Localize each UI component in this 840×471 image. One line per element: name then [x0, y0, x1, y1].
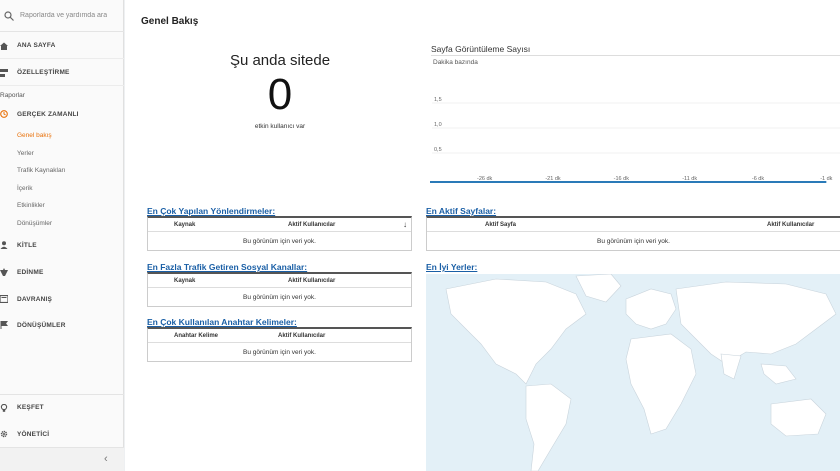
clock-icon [0, 110, 8, 118]
sub-traffic-sources[interactable]: Trafik Kaynakları [17, 167, 66, 174]
empty-message: Bu görünüm için veri yok. [243, 237, 316, 245]
nav-customize[interactable]: ÖZELLEŞTİRME [0, 60, 124, 86]
nav-admin[interactable]: YÖNETİCİ [0, 421, 124, 447]
empty-message: Bu görünüm için veri yok. [243, 293, 316, 301]
nav-admin-label: YÖNETİCİ [17, 430, 50, 438]
sub-events[interactable]: Etkinlikler [17, 202, 45, 209]
lightbulb-icon [0, 403, 8, 412]
sub-overview[interactable]: Genel bakış [17, 132, 52, 139]
collapse-sidebar-button[interactable]: ‹ [0, 447, 124, 471]
referrals-title: En Çok Yapılan Yönlendirmeler: [147, 206, 276, 216]
search-bar[interactable]: Raporlarda ve yardımda ara [0, 0, 124, 32]
table-header: Kaynak Aktif Kullanıcılar ↓ [148, 218, 411, 232]
keywords-title: En Çok Kullanılan Anahtar Kelimeler: [147, 317, 297, 327]
active-user-count: 0 [267, 70, 293, 119]
referrals-table: Kaynak Aktif Kullanıcılar ↓ Bu görünüm i… [147, 216, 412, 251]
y-tick-label: 1,5 [434, 97, 442, 103]
sub-locations[interactable]: Yerler [17, 150, 34, 157]
acquisition-icon [0, 268, 8, 276]
sub-conversions[interactable]: Dönüşümler [17, 220, 52, 227]
col-active-users[interactable]: Aktif Kullanıcılar [278, 333, 325, 339]
empty-message: Bu görünüm için veri yok. [597, 237, 670, 245]
nav-audience-label: KİTLE [17, 241, 37, 249]
world-map[interactable] [426, 274, 840, 471]
nav-conversions[interactable]: DÖNÜŞÜMLER [0, 312, 124, 338]
nav-realtime[interactable]: GERÇEK ZAMANLI [0, 101, 124, 127]
chevron-left-icon: ‹ [104, 453, 108, 465]
y-tick-label: 1,0 [434, 122, 442, 128]
home-icon [0, 42, 8, 50]
search-icon [4, 10, 14, 21]
pageviews-chart: 1,51,00,5-26 dk -21 dk -16 dk -11 dk -6 dk -1… [430, 97, 840, 183]
nav-acquisition[interactable]: EDİNME [0, 259, 124, 285]
pageviews-subtitle: Dakika bazında [433, 59, 478, 66]
col-source[interactable]: Kaynak [174, 222, 195, 228]
keywords-table: Anahtar Kelime Aktif Kullanıcılar Bu gör… [147, 327, 412, 362]
nav-discover-label: KEŞFET [17, 404, 44, 411]
col-active-users[interactable]: Aktif Kullanıcılar [288, 222, 335, 228]
col-active-users[interactable]: Aktif Kullanıcılar [767, 222, 814, 228]
nav-behavior-label: DAVRANIŞ [17, 295, 53, 303]
social-title: En Fazla Trafik Getiren Sosyal Kanallar: [147, 262, 308, 272]
sidebar: Raporlarda ve yardımda ara ANA SAYFA ÖZE… [0, 0, 124, 471]
behavior-icon [0, 295, 8, 303]
pages-title: En Aktif Sayfalar: [426, 206, 497, 216]
col-keyword[interactable]: Anahtar Kelime [174, 333, 218, 339]
sort-arrow-icon[interactable]: ↓ [403, 220, 407, 229]
col-active-users[interactable]: Aktif Kullanıcılar [288, 278, 335, 284]
nav-audience[interactable]: KİTLE [0, 232, 124, 258]
nav-home-label: ANA SAYFA [17, 42, 56, 49]
social-table: Kaynak Aktif Kullanıcılar Bu görünüm içi… [147, 272, 412, 307]
chart-divider [431, 55, 840, 56]
page-title: Genel Bakış [141, 16, 199, 27]
nav-discover[interactable]: KEŞFET [0, 394, 124, 420]
flag-icon [0, 321, 8, 329]
gear-icon [0, 430, 8, 438]
search-placeholder[interactable]: Raporlarda ve yardımda ara [20, 12, 107, 19]
reports-section-label: Raporlar [0, 92, 25, 99]
customize-icon [0, 68, 8, 77]
nav-acquisition-label: EDİNME [17, 268, 44, 276]
nav-customize-label: ÖZELLEŞTİRME [17, 69, 70, 76]
col-source[interactable]: Kaynak [174, 278, 195, 284]
y-tick-label: 0,5 [434, 147, 442, 153]
nav-conversions-label: DÖNÜŞÜMLER [17, 321, 66, 329]
empty-message: Bu görünüm için veri yok. [243, 348, 316, 356]
person-icon [0, 241, 8, 249]
nav-behavior[interactable]: DAVRANIŞ [0, 286, 124, 312]
app-window: Raporlarda ve yardımda ara ANA SAYFA ÖZE… [0, 0, 840, 471]
now-on-site-heading: Şu anda sitede [229, 52, 331, 69]
nav-realtime-label: GERÇEK ZAMANLI [17, 110, 79, 118]
locations-title: En İyi Yerler: [426, 262, 478, 272]
table-header: Anahtar Kelime Aktif Kullanıcılar [148, 329, 411, 343]
active-user-caption: etkin kullanıcı var [254, 123, 306, 130]
main-content: Genel Bakış Şu anda sitede 0 etkin kulla… [125, 0, 840, 471]
table-header: Aktif Sayfa Aktif Kullanıcılar [427, 218, 840, 232]
nav-home[interactable]: ANA SAYFA [0, 33, 124, 59]
pageviews-title: Sayfa Görüntüleme Sayısı [431, 44, 531, 54]
sub-content[interactable]: İçerik [17, 185, 33, 192]
world-map-graphic [445, 274, 837, 471]
col-active-page[interactable]: Aktif Sayfa [485, 222, 516, 228]
table-header: Kaynak Aktif Kullanıcılar [148, 274, 411, 288]
pages-table: Aktif Sayfa Aktif Kullanıcılar Bu görünü… [426, 216, 840, 251]
